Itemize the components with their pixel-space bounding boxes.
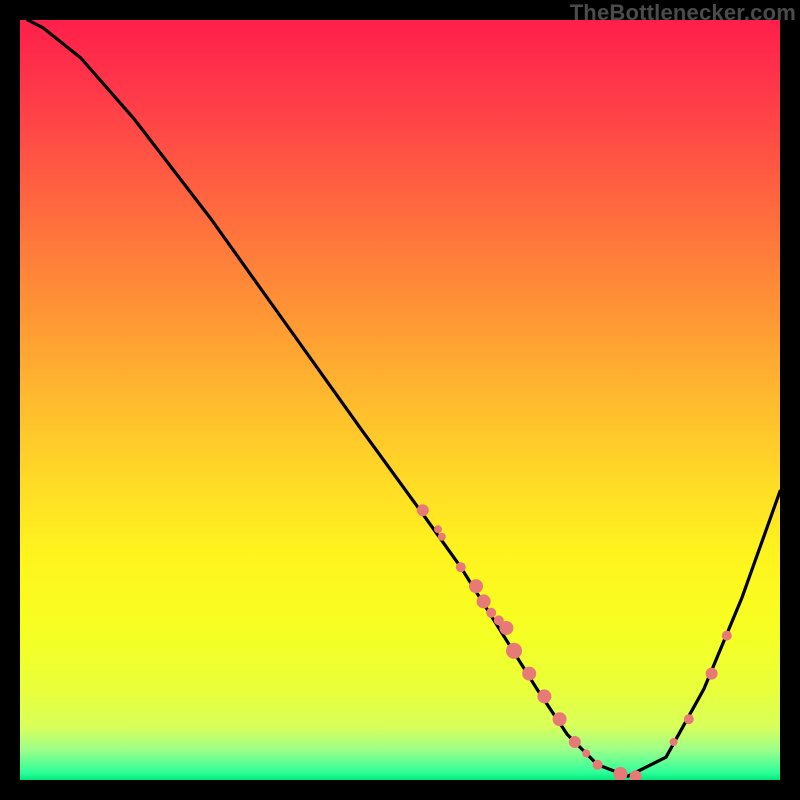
gradient-background xyxy=(20,20,780,780)
plot-frame xyxy=(20,20,780,780)
